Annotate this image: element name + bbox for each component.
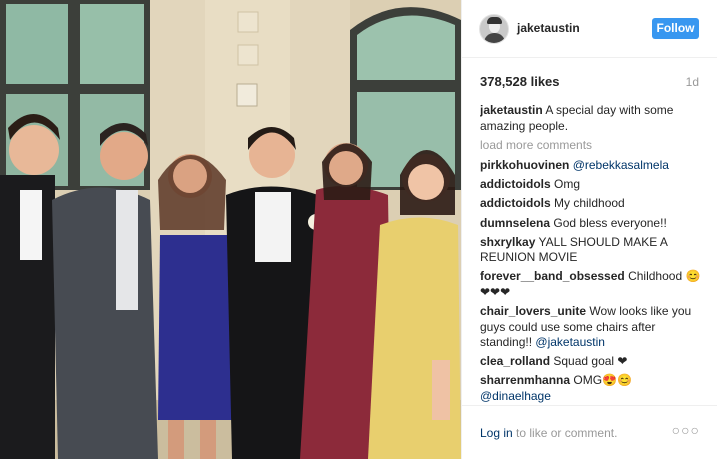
- comment-item: addictoidols My childhood: [480, 196, 702, 212]
- caption-username[interactable]: jaketaustin: [480, 103, 543, 117]
- avatar-body-shape: [484, 33, 505, 43]
- comment-username[interactable]: pirkkohuovinen: [480, 158, 569, 172]
- comment-item: shxrylkay YALL SHOULD MAKE A REUNION MOV…: [480, 235, 702, 266]
- post-footer: Log in to like or comment. ○○○: [462, 405, 717, 459]
- comment-text: Squad goal ❤: [553, 354, 628, 369]
- caption: jaketaustin A special day with some amaz…: [480, 103, 702, 134]
- login-prompt-text: to like or comment.: [512, 426, 618, 440]
- comment-username[interactable]: chair_lovers_unite: [480, 304, 586, 318]
- post-header: jaketaustin Follow: [462, 0, 717, 58]
- comment-mention[interactable]: @dinaelhage: [480, 389, 551, 403]
- comment-username[interactable]: sharrenmhanna: [480, 373, 570, 387]
- more-options-icon[interactable]: ○○○: [672, 422, 700, 438]
- comment-username[interactable]: dumnselena: [480, 216, 550, 230]
- likes-count[interactable]: 378,528 likes: [480, 74, 560, 89]
- comment-username[interactable]: addictoidols: [480, 177, 551, 191]
- comment-text: Omg: [554, 177, 581, 192]
- post-time-ago[interactable]: 1d: [686, 75, 699, 89]
- comment-text: OMG😍😊: [573, 373, 632, 388]
- load-more-comments-link[interactable]: load more comments: [480, 138, 702, 154]
- comment-item: addictoidols Omg: [480, 177, 702, 193]
- comment-mention[interactable]: @rebekkasalmela: [573, 158, 669, 172]
- avatar-hair-shape: [487, 17, 502, 24]
- comment-username[interactable]: shxrylkay: [480, 235, 535, 249]
- comment-mention[interactable]: @jaketaustin: [535, 335, 605, 349]
- header-username[interactable]: jaketaustin: [517, 21, 580, 35]
- comments-list: jaketaustin A special day with some amaz…: [480, 103, 702, 403]
- follow-button[interactable]: Follow: [652, 18, 699, 39]
- login-prompt: Log in to like or comment.: [480, 426, 617, 440]
- comment-item: chair_lovers_unite Wow looks like you gu…: [480, 304, 702, 351]
- comment-item: dumnselena God bless everyone!!: [480, 216, 702, 232]
- login-link[interactable]: Log in: [480, 426, 513, 440]
- post-photo[interactable]: [0, 0, 461, 459]
- photo-illustration: [0, 0, 461, 459]
- comment-username[interactable]: forever__band_obsessed: [480, 269, 625, 283]
- post-sidebar: jaketaustin Follow 378,528 likes 1d jake…: [461, 0, 717, 459]
- comment-item: forever__band_obsessed Childhood 😊 ❤❤❤: [480, 269, 702, 300]
- comment-username[interactable]: addictoidols: [480, 196, 551, 210]
- comment-item: pirkkohuovinen @rebekkasalmela: [480, 158, 702, 174]
- comment-item: clea_rolland Squad goal ❤: [480, 354, 702, 370]
- profile-avatar[interactable]: [479, 14, 509, 44]
- comment-item: sharrenmhanna OMG😍😊 @dinaelhage: [480, 373, 702, 403]
- comment-text: My childhood: [554, 196, 625, 211]
- comment-text: God bless everyone!!: [553, 215, 667, 230]
- comment-username[interactable]: clea_rolland: [480, 354, 550, 368]
